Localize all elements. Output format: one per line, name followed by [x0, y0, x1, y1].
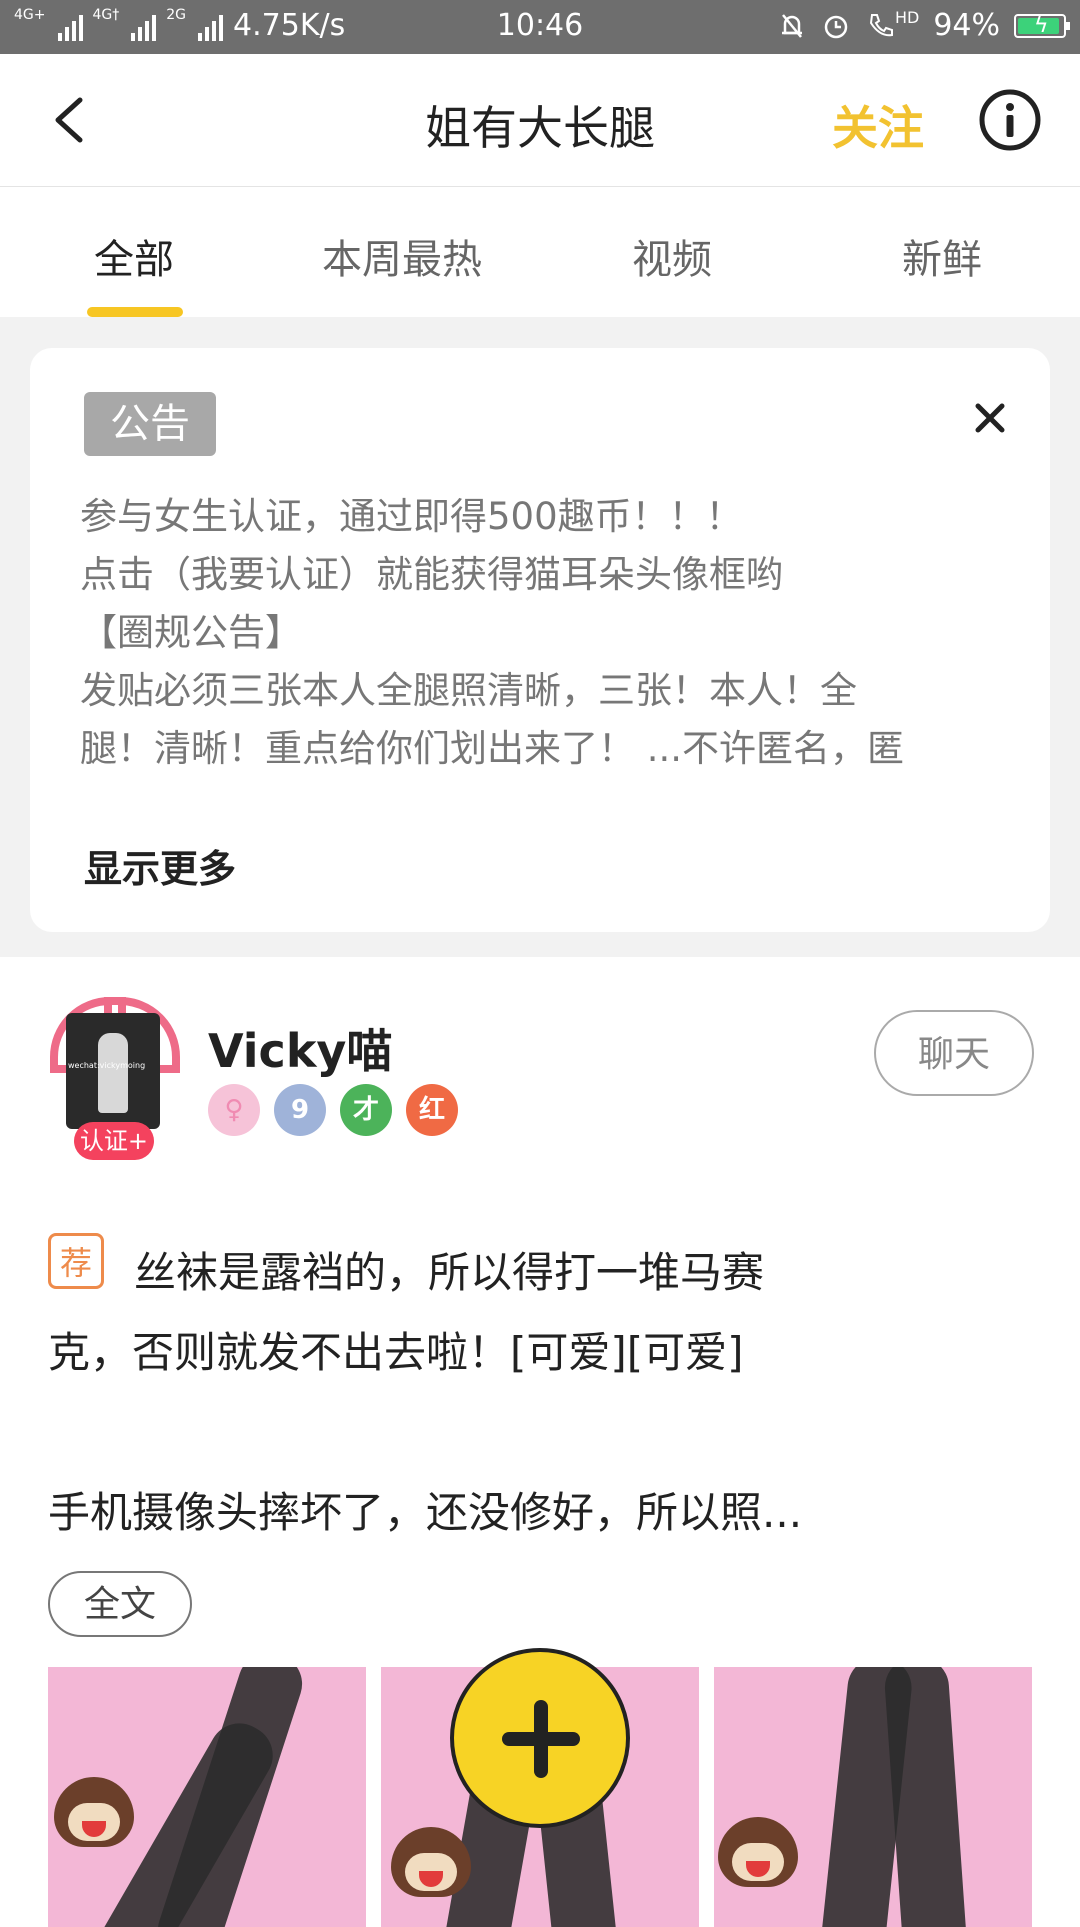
show-more-link[interactable]: 显示更多	[84, 838, 236, 893]
monkey-print-icon	[391, 1827, 471, 1897]
chat-button[interactable]: 聊天	[874, 1010, 1034, 1096]
hd-label: HD	[894, 8, 920, 27]
add-post-button[interactable]	[450, 1648, 630, 1828]
tab-bar: 全部 本周最热 视频 新鲜	[0, 187, 1080, 317]
battery-percent: 94%	[933, 8, 1000, 43]
post-photo[interactable]	[48, 1667, 366, 1927]
tab-active-indicator	[87, 307, 183, 317]
notice-card: 公告 参与女生认证，通过即得500趣币！！！ 点击（我要认证）就能获得猫耳朵头像…	[30, 348, 1050, 932]
monkey-print-icon	[718, 1817, 798, 1887]
notice-line: 【圈规公告】	[80, 611, 302, 654]
avatar-image: wechat:vickymoing	[66, 1013, 160, 1129]
battery-icon: ϟ	[1014, 13, 1070, 38]
hd-call-icon	[869, 13, 893, 36]
talent-medal-icon: 才	[340, 1084, 392, 1136]
notice-line: 腿！清晰！重点给你们划出来了！ ...不许匿名，匿	[80, 727, 905, 770]
close-icon[interactable]	[970, 398, 1010, 438]
monkey-print-icon	[54, 1777, 134, 1847]
top-app-bar: 姐有大长腿 关注	[0, 54, 1080, 187]
post-photo[interactable]	[714, 1667, 1032, 1927]
post-text-line: 克，否则就发不出去啦！[可爱][可爱]	[48, 1328, 744, 1377]
photo-leg	[882, 1667, 970, 1927]
post-text[interactable]: 丝袜是露裆的，所以得打一堆马赛 克，否则就发不出去啦！[可爱][可爱] 手机摄像…	[48, 1233, 1028, 1553]
username[interactable]: Vicky喵	[208, 1015, 392, 1081]
certified-badge: 认证+	[74, 1122, 154, 1160]
avatar-caption: wechat:vickymoing	[68, 1061, 146, 1070]
follow-button[interactable]: 关注	[832, 92, 924, 158]
info-icon[interactable]	[978, 88, 1042, 152]
notice-text: 参与女生认证，通过即得500趣币！！！ 点击（我要认证）就能获得猫耳朵头像框哟 …	[80, 488, 1000, 778]
tab-weekly-hot[interactable]: 本周最热	[322, 227, 482, 285]
level-medal-icon: 9	[274, 1084, 326, 1136]
status-bar: 4G+ 4G† 2G 4.75K/s 10:46 HD 94% ϟ	[0, 0, 1080, 54]
post-text-line: 手机摄像头摔坏了，还没修好，所以照...	[48, 1488, 803, 1537]
tab-all[interactable]: 全部	[94, 227, 174, 285]
red-medal-icon: 红	[406, 1084, 458, 1136]
notice-line: 参与女生认证，通过即得500趣币！！！	[80, 495, 743, 538]
plus-icon-vertical	[534, 1700, 548, 1778]
notice-line: 点击（我要认证）就能获得猫耳朵头像框哟	[80, 553, 783, 596]
notice-line: 发贴必须三张本人全腿照清晰，三张！本人！全	[80, 669, 857, 712]
tab-fresh[interactable]: 新鲜	[902, 227, 982, 285]
post-text-line	[48, 1393, 1028, 1473]
user-medals: ♀ 9 才 红	[208, 1084, 458, 1136]
avatar[interactable]: wechat:vickymoing 认证+	[50, 997, 180, 1167]
female-medal-icon: ♀	[208, 1084, 260, 1136]
full-text-button[interactable]: 全文	[48, 1571, 192, 1637]
alarm-icon	[824, 15, 848, 38]
post-text-line: 丝袜是露裆的，所以得打一堆马赛	[134, 1248, 765, 1297]
notice-badge: 公告	[84, 392, 216, 456]
avatar-figure	[98, 1033, 128, 1113]
tab-video[interactable]: 视频	[632, 227, 712, 285]
recommended-tag: 荐	[48, 1233, 104, 1289]
bell-off-icon	[781, 13, 802, 38]
status-right: HD 94% ϟ	[777, 8, 1070, 43]
